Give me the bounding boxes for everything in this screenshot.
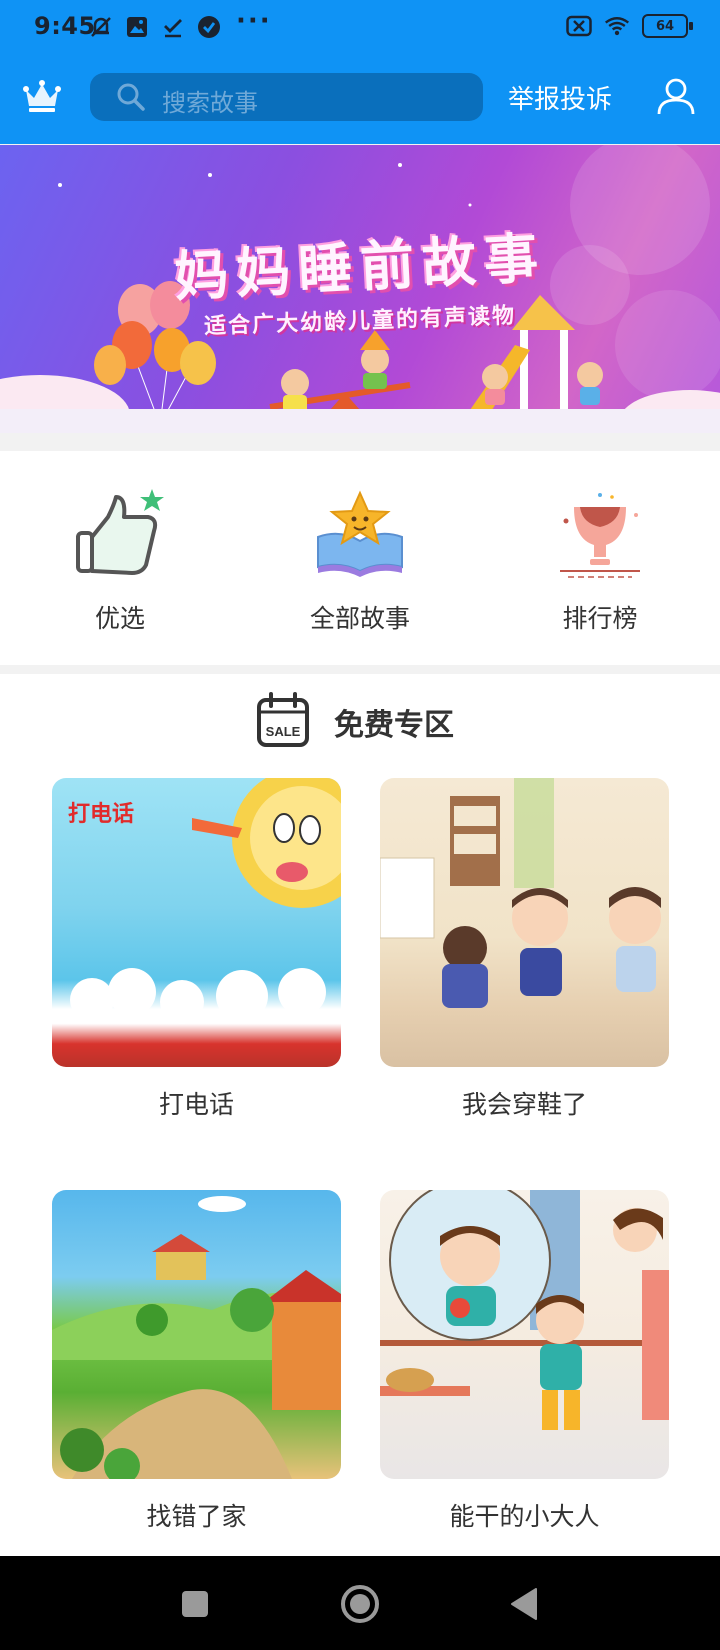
report-button[interactable]: 举报投诉 [508, 79, 612, 116]
story-title: 找错了家 [146, 1502, 247, 1531]
more-notifications-icon: ··· [236, 6, 272, 36]
cover-art-little-adult [380, 1190, 669, 1430]
crown-icon[interactable] [22, 78, 62, 114]
story-cover: 打电话 [52, 778, 341, 1067]
category-label: 全部故事 [309, 604, 410, 633]
system-nav-bar [0, 1556, 720, 1650]
category-label: 排行榜 [562, 604, 638, 633]
category-all-stories[interactable]: 全部故事 [260, 487, 460, 635]
banner-ground [0, 409, 720, 433]
top-header: 9:45 ··· 64 搜索故事 举报投诉 [0, 0, 720, 144]
story-cover [52, 1190, 341, 1479]
category-label: 优选 [94, 604, 145, 633]
home-button[interactable] [336, 1580, 384, 1628]
status-time: 9:45 [34, 12, 96, 40]
wifi-icon [604, 13, 630, 39]
free-zone-section: SALE 免费专区 打电话 打电话 我会穿鞋了 找错了家 能干的小大人 [0, 674, 720, 1556]
status-left-icons [88, 14, 222, 40]
calendar-badge-text: SALE [266, 724, 301, 739]
app-toolbar: 搜索故事 举报投诉 [0, 64, 720, 132]
story-card[interactable]: 我会穿鞋了 [380, 778, 669, 1121]
story-cover [380, 1190, 669, 1479]
story-title: 我会穿鞋了 [461, 1090, 587, 1119]
calendar-sale-icon: SALE [256, 692, 310, 748]
no-sim-icon [566, 13, 592, 39]
trophy-icon [550, 487, 650, 587]
free-zone-header: SALE 免费专区 [0, 688, 720, 752]
category-featured[interactable]: 优选 [20, 487, 220, 635]
story-title: 能干的小大人 [449, 1502, 600, 1531]
story-card[interactable]: 能干的小大人 [380, 1190, 669, 1533]
category-ranking[interactable]: 排行榜 [500, 487, 700, 635]
search-placeholder: 搜索故事 [162, 89, 258, 117]
story-card[interactable]: 打电话 打电话 [52, 778, 341, 1121]
story-card[interactable]: 找错了家 [52, 1190, 341, 1533]
muted-bell-icon [88, 14, 114, 40]
search-input[interactable]: 搜索故事 [90, 73, 483, 121]
gallery-icon [124, 14, 150, 40]
promo-banner[interactable]: 妈妈睡前故事 适合广大幼龄儿童的有声读物 [0, 145, 720, 433]
book-star-icon [310, 487, 410, 587]
free-zone-title: 免费专区 [334, 708, 454, 743]
check-icon [160, 14, 186, 40]
thumbs-up-icon [70, 487, 170, 587]
back-button[interactable] [500, 1580, 548, 1628]
category-row: 优选 全部故事 排行榜 [0, 451, 720, 665]
story-title: 打电话 [158, 1090, 234, 1119]
battery-indicator: 64 [642, 14, 693, 38]
user-icon[interactable] [656, 76, 696, 116]
status-right-icons: 64 [566, 13, 693, 39]
recent-apps-button[interactable] [171, 1580, 219, 1628]
status-bar: 9:45 ··· 64 [0, 0, 720, 56]
cover-title-text: 打电话 [68, 802, 135, 827]
cover-art-farm [52, 1196, 341, 1479]
story-cover [380, 778, 669, 1067]
verified-icon [196, 14, 222, 40]
cover-art-shoes [380, 778, 661, 1008]
search-icon [116, 82, 146, 112]
